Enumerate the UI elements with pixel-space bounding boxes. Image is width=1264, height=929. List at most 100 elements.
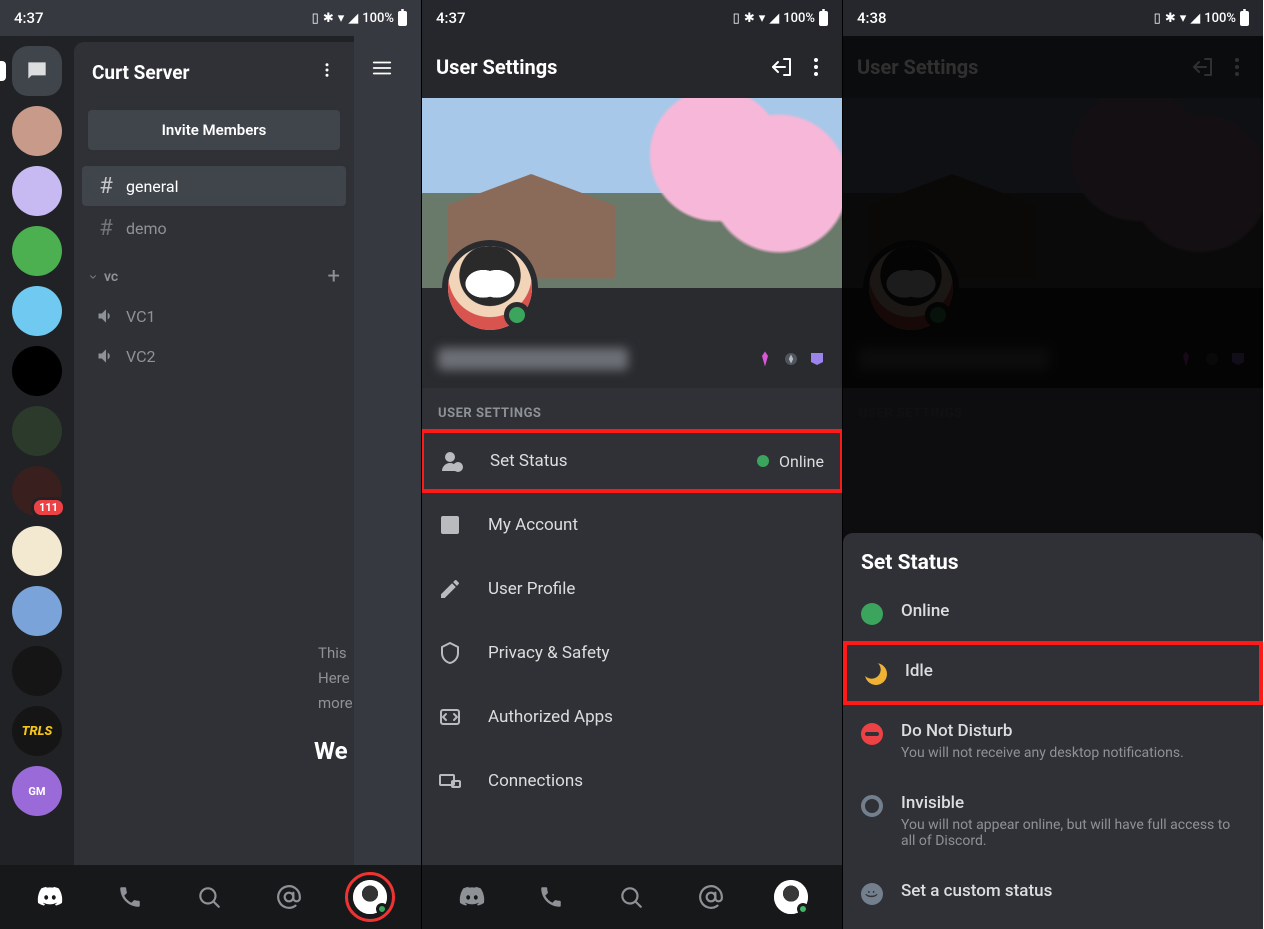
speaker-icon bbox=[96, 346, 116, 366]
set-status-icon bbox=[440, 449, 464, 473]
hash-icon: # bbox=[96, 174, 116, 199]
server-icon-logo-bw[interactable] bbox=[12, 346, 62, 396]
server-icon-anime2[interactable] bbox=[12, 286, 62, 336]
settings-header: User Settings bbox=[422, 36, 842, 98]
server-icon-dm[interactable] bbox=[12, 46, 62, 96]
user-avatar[interactable] bbox=[442, 240, 538, 336]
item-label: Authorized Apps bbox=[488, 707, 613, 727]
invite-members-button[interactable]: Invite Members bbox=[88, 110, 340, 150]
more-icon[interactable] bbox=[804, 55, 828, 79]
status-option-dnd[interactable]: Do Not DisturbYou will not receive any d… bbox=[843, 705, 1263, 777]
wifi-icon: ▾ bbox=[1180, 11, 1187, 26]
battery-icon bbox=[398, 11, 407, 26]
main-content-peek: We This Here more bbox=[354, 36, 421, 865]
phone-2: 4:37 ▯ ✱ ▾ ◢ 100% User Settings bbox=[421, 0, 842, 929]
add-channel-icon[interactable]: + bbox=[328, 264, 340, 289]
status-dot bbox=[757, 455, 769, 467]
nav-profile-avatar[interactable] bbox=[774, 880, 808, 914]
hash-icon: # bbox=[96, 216, 116, 241]
settings-privacy-safety[interactable]: Privacy & Safety bbox=[422, 621, 842, 685]
bluetooth-icon: ✱ bbox=[323, 11, 334, 26]
speaker-icon bbox=[96, 306, 116, 326]
server-icon-anime1[interactable] bbox=[12, 166, 62, 216]
server-icon-pig[interactable] bbox=[12, 106, 62, 156]
status-option-online[interactable]: Online bbox=[843, 585, 1263, 641]
signal-icon: ◢ bbox=[348, 11, 358, 26]
server-icon-trls[interactable]: TRLS bbox=[12, 706, 62, 756]
channel-label: demo bbox=[126, 219, 167, 238]
nav-profile-avatar[interactable] bbox=[353, 880, 387, 914]
status-icons: ▯ ✱ ▾ ◢ 100% bbox=[733, 11, 828, 26]
bottom-nav bbox=[0, 865, 421, 929]
battery-pct: 100% bbox=[1204, 11, 1236, 26]
nav-friends-icon[interactable] bbox=[535, 881, 567, 913]
settings-authorized-apps[interactable]: Authorized Apps bbox=[422, 685, 842, 749]
nav-discord-icon[interactable] bbox=[34, 881, 66, 913]
nav-mentions-icon[interactable] bbox=[273, 881, 305, 913]
nav-mentions-icon[interactable] bbox=[695, 881, 727, 913]
custom-status-icon bbox=[861, 883, 883, 905]
server-icon-fgo[interactable] bbox=[12, 526, 62, 576]
section-label: USER SETTINGS bbox=[422, 388, 842, 429]
page-title: User Settings bbox=[436, 55, 557, 79]
status-name: Do Not Disturb bbox=[901, 721, 1245, 741]
connections-icon bbox=[438, 769, 462, 793]
nav-discord-icon[interactable] bbox=[456, 881, 488, 913]
bluetooth-icon: ✱ bbox=[1165, 11, 1176, 26]
wifi-icon: ▾ bbox=[759, 11, 766, 26]
status-option-invisible[interactable]: InvisibleYou will not appear online, but… bbox=[843, 777, 1263, 865]
vibrate-icon: ▯ bbox=[1154, 11, 1161, 26]
status-bar: 4:38 ▯ ✱ ▾ ◢ 100% bbox=[843, 0, 1263, 36]
status-time: 4:37 bbox=[14, 9, 44, 27]
status-option-custom[interactable]: Set a custom status bbox=[843, 865, 1263, 921]
server-icon-pixel[interactable] bbox=[12, 646, 62, 696]
dnd-icon bbox=[861, 723, 883, 745]
nitro-gem-icon bbox=[756, 350, 774, 368]
hamburger-icon[interactable] bbox=[362, 48, 402, 88]
status-option-idle[interactable]: Idle bbox=[843, 641, 1263, 705]
status-bar: 4:37 ▯ ✱ ▾ ◢ 100% bbox=[422, 0, 842, 36]
voice-channel-VC2[interactable]: VC2 bbox=[82, 337, 346, 375]
server-icon-helmet[interactable] bbox=[12, 406, 62, 456]
channel-demo[interactable]: # demo bbox=[82, 208, 346, 248]
server-icon-fgo2[interactable] bbox=[12, 586, 62, 636]
nav-friends-icon[interactable] bbox=[114, 881, 146, 913]
battery-icon bbox=[819, 11, 828, 26]
server-icon-green[interactable] bbox=[12, 226, 62, 276]
channel-general[interactable]: #general bbox=[82, 166, 346, 206]
settings-connections[interactable]: Connections bbox=[422, 749, 842, 813]
settings-my-account[interactable]: My Account bbox=[422, 493, 842, 557]
status-dot-online bbox=[504, 302, 530, 328]
logout-icon[interactable] bbox=[770, 55, 794, 79]
nav-profile-wrap bbox=[353, 880, 387, 914]
item-label: Connections bbox=[488, 771, 583, 791]
server-icon-dark[interactable]: 111 bbox=[12, 466, 62, 516]
voice-channel-VC1[interactable]: VC1 bbox=[82, 297, 346, 335]
battery-icon bbox=[1240, 11, 1249, 26]
idle-icon bbox=[865, 663, 887, 685]
boost-icon bbox=[782, 350, 800, 368]
vc-label: VC1 bbox=[126, 307, 156, 326]
more-icon[interactable] bbox=[318, 61, 336, 84]
profile-badges bbox=[756, 350, 826, 368]
online-icon bbox=[861, 603, 883, 625]
item-label: Privacy & Safety bbox=[488, 643, 610, 663]
server-header[interactable]: Curt Server bbox=[74, 42, 354, 102]
status-name: Set a custom status bbox=[901, 881, 1245, 901]
server-icon-gm[interactable]: GM bbox=[12, 766, 62, 816]
item-label: My Account bbox=[488, 515, 578, 535]
item-label: User Profile bbox=[488, 579, 575, 599]
wifi-icon: ▾ bbox=[338, 11, 345, 26]
status-name: Online bbox=[901, 601, 1245, 621]
phone-3: 4:38 ▯ ✱ ▾ ◢ 100% User Settings bbox=[842, 0, 1263, 929]
nav-search-icon[interactable] bbox=[615, 881, 647, 913]
nav-search-icon[interactable] bbox=[193, 881, 225, 913]
status-icons: ▯ ✱ ▾ ◢ 100% bbox=[312, 11, 407, 26]
settings-set-status[interactable]: Set StatusOnline bbox=[422, 429, 842, 493]
settings-user-profile[interactable]: User Profile bbox=[422, 557, 842, 621]
status-sheet: Set Status OnlineIdleDo Not DisturbYou w… bbox=[843, 533, 1263, 929]
privacy-safety-icon bbox=[438, 641, 462, 665]
phone-1: 4:37 ▯ ✱ ▾ ◢ 100% 111TRLSGM Curt Server … bbox=[0, 0, 421, 929]
category-vc[interactable]: vc + bbox=[74, 250, 354, 295]
hypesquad-icon bbox=[808, 350, 826, 368]
